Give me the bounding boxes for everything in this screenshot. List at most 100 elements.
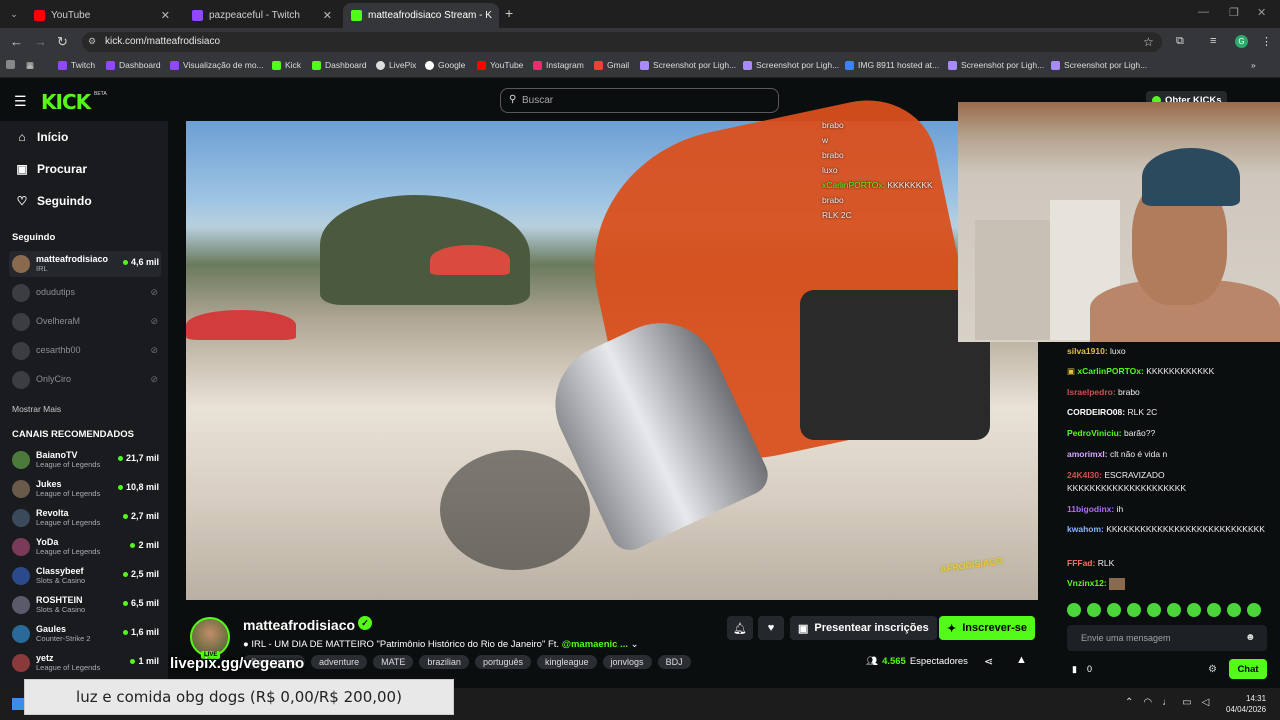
emote-icon[interactable] [1067,603,1081,617]
chevron-down-icon[interactable]: ⌄ [631,639,639,650]
recommended-channel[interactable]: ROSHTEIN Slots & Casino 6,5 mil [9,592,161,618]
live-dot-icon [122,600,128,606]
sidebar-item-following[interactable]: ♡ Seguindo [16,194,92,208]
subscribe-button[interactable]: ✦ Inscrever-se [939,616,1036,640]
more-bookmarks-icon[interactable]: » [1251,60,1256,70]
mention-link[interactable]: @mamaenic ... [562,639,628,650]
browser-menu-icon[interactable]: ⋮ [1261,35,1272,48]
emote-icon[interactable] [1247,603,1261,617]
bookmark-gmail[interactable]: Gmail [594,60,629,70]
following-channel-odudutips[interactable]: odudutips ⊘ [9,280,161,306]
following-channel-ovelheram[interactable]: OvelheraM ⊘ [9,309,161,335]
recommended-channel[interactable]: Gaules Counter-Strike 2 1,6 mil [9,621,161,647]
recommended-channel[interactable]: Jukes League of Legends 10,8 mil [9,476,161,502]
bookmark-instagram[interactable]: Instagram [533,60,584,70]
maximize-icon[interactable]: ❐ [1229,6,1239,19]
follow-heart-button[interactable]: ♥ [758,616,784,640]
bookmark-img-hosted[interactable]: IMG 8911 hosted at... [845,60,939,70]
menu-icon[interactable]: ☰ [14,93,27,110]
tag[interactable]: kingleague [536,655,597,669]
recommended-channel[interactable]: BaianoTV League of Legends 21,7 mil [9,447,161,473]
bookmark-visualizacao[interactable]: Visualização de mo... [170,60,264,70]
tab-title: matteafrodisiaco Stream - K [368,10,492,21]
show-more-link[interactable]: Mostrar Mais [12,404,61,414]
tag[interactable]: brazilian [419,655,469,669]
emote-icon[interactable] [1147,603,1161,617]
close-window-icon[interactable]: ✕ [1257,6,1266,19]
bookmark-screenshot-4[interactable]: Screenshot por Ligh... [1051,60,1147,70]
gift-subs-button[interactable]: ▣ Presentear inscrições [790,616,937,640]
back-icon[interactable]: ← [10,34,23,49]
bookmark-kick-dashboard[interactable]: Dashboard [312,60,367,70]
gear-icon[interactable]: ⚙ [1208,664,1217,675]
url-text[interactable]: kick.com/matteafrodisiaco [105,36,220,47]
tag[interactable]: MATE [373,655,414,669]
browser-tab-kick[interactable]: matteafrodisiaco Stream - K ✕ [343,3,499,28]
close-tab-icon[interactable]: ✕ [498,9,499,22]
windows-start-icon[interactable] [12,698,24,710]
extensions-icon[interactable]: ⧉ [1176,35,1184,48]
recommended-channel[interactable]: YoDa League of Legends 2 mil [9,534,161,560]
recommended-channel[interactable]: Classybeef Slots & Casino 2,5 mil [9,563,161,589]
media-control-icon[interactable]: ≡ [1210,35,1216,47]
bookmark-livepix[interactable]: LivePix [376,60,416,70]
recommended-channel[interactable]: yetz League of Legends 1 mil [9,650,161,676]
video-scene-shadow [440,450,590,570]
emote-icon[interactable] [1227,603,1241,617]
following-channel-matteafrodisiaco[interactable]: matteafrodisiaco IRL 4,6 mil [9,251,161,277]
bookmark-screenshot-3[interactable]: Screenshot por Ligh... [948,60,1044,70]
emote-icon[interactable] [1127,603,1141,617]
apps-icon[interactable] [6,60,15,69]
tag[interactable]: BDJ [657,655,691,669]
sidebar-item-home[interactable]: ⌂ Início [16,130,68,144]
bookmark-screenshot-2[interactable]: Screenshot por Ligh... [743,60,839,70]
tag[interactable]: português [474,655,531,669]
share-icon[interactable]: ⋖ [984,655,993,668]
chevron-up-icon[interactable]: ⌃ [1125,697,1133,708]
recommended-channel[interactable]: Revolta League of Legends 2,7 mil [9,505,161,531]
bookmark-dashboard[interactable]: Dashboard [106,60,161,70]
notification-bell-button[interactable]: 🔔︎ [727,616,753,640]
browser-tab-youtube[interactable]: YouTube ✕ [26,3,178,28]
emoji-picker-icon[interactable]: ☻ [1245,632,1256,643]
bookmark-star-icon[interactable]: ☆ [1143,35,1154,49]
emote-icon[interactable] [1087,603,1101,617]
tab-search-menu[interactable]: ⌄ [6,6,22,22]
bookmark-google[interactable]: Google [425,60,465,70]
url-bar[interactable] [82,32,1162,52]
profile-avatar[interactable]: G [1235,35,1248,48]
reload-icon[interactable]: ↻ [57,34,68,50]
chat-points[interactable]: ▮ 0 [1072,664,1092,675]
microphone-icon[interactable]: ♩ [1162,697,1172,708]
bookmark-screenshot-1[interactable]: Screenshot por Ligh... [640,60,736,70]
close-tab-icon[interactable]: ✕ [323,9,332,22]
chat-send-button[interactable]: Chat [1229,659,1267,679]
new-tab-button[interactable]: + [505,5,513,21]
bookmark-youtube[interactable]: YouTube [477,60,523,70]
system-clock[interactable]: 14:31 04/04/2026 [1226,693,1266,715]
report-icon[interactable]: ▲ [1016,654,1027,666]
emote-icon[interactable] [1207,603,1221,617]
network-icon[interactable]: ▭ [1182,697,1191,708]
bookmark-twitch[interactable]: Twitch [58,60,95,70]
volume-icon[interactable]: ◁ [1202,697,1210,708]
close-tab-icon[interactable]: ✕ [161,9,170,22]
streamer-name[interactable]: matteafrodisiaco [243,617,355,633]
following-channel-onlyciro[interactable]: OnlyCiro ⊘ [9,367,161,393]
browser-tab-twitch[interactable]: pazpeaceful - Twitch ✕ [184,3,340,28]
bookmark-kick[interactable]: Kick [272,60,301,70]
tag[interactable]: adventure [311,655,368,669]
following-channel-cesarthb00[interactable]: cesarthb00 ⊘ [9,338,161,364]
wifi-icon[interactable]: ◠ [1143,697,1152,708]
grid-icon[interactable]: ▦ [26,60,34,71]
site-info-icon[interactable]: ⚙ [88,36,96,47]
emote-icon[interactable] [1107,603,1121,617]
live-dot-icon [122,513,128,519]
minimize-icon[interactable]: — [1198,6,1209,18]
forward-icon[interactable]: → [34,34,47,49]
sidebar-item-browse[interactable]: ▣ Procurar [16,162,87,176]
tag[interactable]: jonvlogs [602,655,652,669]
emote-icon[interactable] [1187,603,1201,617]
kick-logo[interactable]: KICK [41,90,91,114]
emote-icon[interactable] [1167,603,1181,617]
